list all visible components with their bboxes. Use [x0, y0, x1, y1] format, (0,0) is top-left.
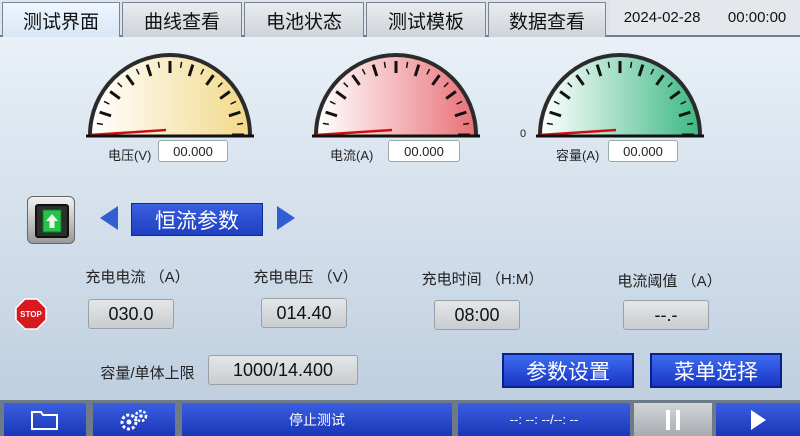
tab-curve-view[interactable]: 曲线查看	[122, 2, 242, 37]
next-arrow-icon[interactable]	[277, 206, 295, 230]
tab-data-view[interactable]: 数据查看	[488, 2, 606, 37]
capacity-limit-value[interactable]: 1000/14.400	[208, 355, 358, 385]
voltage-value: 00.000	[158, 140, 228, 162]
gauge-tick	[607, 61, 611, 68]
current-value: 00.000	[388, 140, 460, 162]
gauge-tick	[237, 122, 244, 126]
stop-icon[interactable]: STOP	[15, 298, 47, 330]
charge-current-value[interactable]: 030.0	[88, 299, 174, 329]
datetime-display: 2024-02-28 00:00:00	[610, 0, 800, 35]
gauge-tick	[179, 61, 183, 68]
prev-arrow-icon[interactable]	[100, 206, 118, 230]
open-folder-button[interactable]	[4, 403, 86, 436]
current-threshold-value[interactable]: --.-	[623, 300, 709, 330]
gauge-tick	[629, 61, 633, 68]
gauge-tick	[157, 61, 161, 68]
charge-time-value[interactable]: 08:00	[434, 300, 520, 330]
play-button[interactable]	[716, 403, 800, 436]
time-text: 00:00:00	[727, 9, 787, 26]
capacity-zero-label: 0	[520, 128, 527, 140]
voltage-label: 电压(V)	[108, 148, 152, 163]
capacity-limit-label: 容量/单体上限	[100, 365, 195, 382]
gear-icon	[120, 409, 148, 430]
param-settings-button[interactable]: 参数设置	[502, 353, 634, 388]
tab-test-template[interactable]: 测试模板	[366, 2, 486, 37]
charge-voltage-value[interactable]: 014.40	[261, 298, 347, 328]
charge-time-label: 充电时间 （H:M）	[421, 271, 544, 288]
date-text: 2024-02-28	[623, 9, 701, 26]
mode-selector[interactable]: 恒流参数	[131, 203, 263, 236]
settings-button[interactable]	[93, 403, 175, 436]
gauge-tick	[96, 122, 103, 126]
folder-icon	[31, 410, 58, 430]
capacity-gauge	[536, 53, 704, 138]
capacity-value: 00.000	[608, 140, 678, 162]
capacity-label: 容量(A)	[556, 148, 600, 163]
tab-test-interface[interactable]: 测试界面	[2, 2, 120, 37]
gauge-tick	[405, 61, 409, 68]
menu-select-button[interactable]: 菜单选择	[650, 353, 782, 388]
current-gauge	[312, 53, 480, 138]
charge-voltage-label: 充电电压 （V）	[253, 269, 358, 286]
start-toggle-button[interactable]	[27, 196, 75, 244]
green-arrow-icon	[35, 204, 69, 238]
test-status: 停止测试	[182, 403, 452, 436]
charge-current-label: 充电电流 （A）	[85, 269, 190, 286]
tab-battery-status[interactable]: 电池状态	[244, 2, 364, 37]
voltage-gauge	[86, 53, 254, 138]
gauge-tick	[687, 122, 694, 126]
gauge-tick	[546, 122, 553, 126]
stop-icon-text: STOP	[20, 310, 42, 319]
gauge-tick	[383, 61, 387, 68]
play-icon	[751, 409, 766, 430]
time-readout: --: --: --/--: --	[458, 403, 630, 436]
pause-icon	[666, 409, 680, 430]
current-threshold-label: 电流阈值 （A）	[617, 273, 722, 290]
gauge-tick	[322, 122, 329, 126]
current-label: 电流(A)	[330, 148, 374, 163]
pause-button[interactable]	[634, 403, 712, 436]
gauge-tick	[463, 122, 470, 126]
